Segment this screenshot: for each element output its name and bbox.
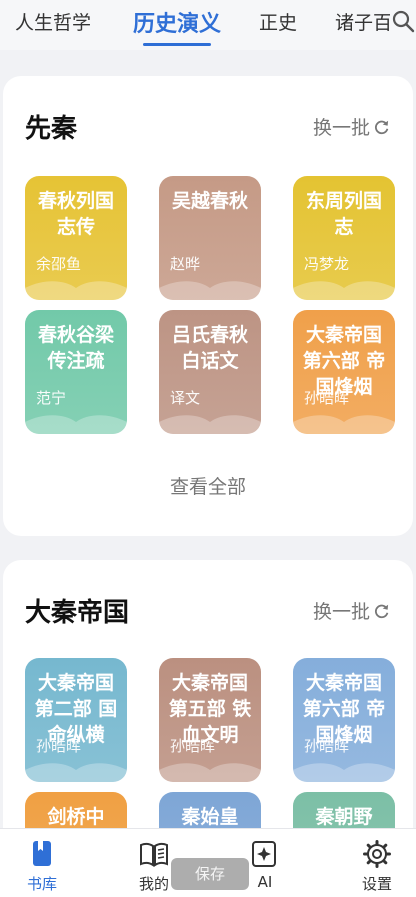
- book-cover-decoration: [25, 281, 127, 300]
- save-button[interactable]: 保存: [171, 858, 249, 890]
- book-tile[interactable]: 东周列国志 冯梦龙: [293, 176, 395, 300]
- refresh-label: 换一批: [312, 117, 370, 139]
- book-tile[interactable]: 春秋列国志传 余邵鱼: [25, 176, 127, 300]
- book-cover-decoration: [25, 763, 127, 782]
- refresh-icon: [374, 604, 389, 618]
- book-tile[interactable]: 大秦帝国第五部 铁血文明 孙皓晖: [159, 658, 261, 782]
- nav-label: 设置: [361, 875, 392, 893]
- book-cover-decoration: [293, 415, 395, 434]
- book-cover-decoration: [293, 281, 395, 300]
- active-tab-underline: [143, 43, 212, 46]
- book-tile[interactable]: 吕氏春秋白话文 译文: [159, 310, 261, 434]
- refresh-label: 换一批: [312, 601, 370, 623]
- book-tile[interactable]: 春秋谷梁传注疏 范宁: [25, 310, 127, 434]
- refresh-icon: [374, 120, 389, 134]
- book-title: 吴越春秋: [171, 190, 248, 212]
- nav-label: 书库: [26, 875, 57, 893]
- book-cover-decoration: [159, 763, 261, 782]
- book-title: 大秦帝国第六部 帝国烽烟: [302, 672, 386, 746]
- book-title: 秦始皇: [181, 806, 239, 828]
- book-title: 春秋列国志传: [37, 190, 114, 238]
- book-title: 大秦帝国第五部 铁血文明: [168, 672, 252, 746]
- book-cover-decoration: [293, 763, 395, 782]
- tab-historical-novels[interactable]: 历史演义: [133, 6, 222, 46]
- book-title: 剑桥中: [47, 806, 105, 828]
- refresh-button[interactable]: 换一批: [313, 113, 391, 140]
- book-tile[interactable]: 大秦帝国第六部 帝国烽烟 孙皓晖: [293, 658, 395, 782]
- section-card-xianqin: 先秦 换一批 春秋列国志传 余邵鱼 吴越春秋 赵晔 东周列国志 冯梦龙 春秋谷梁…: [3, 76, 413, 536]
- book-tile[interactable]: 大秦帝国第六部 帝国烽烟 孙皓晖: [293, 310, 395, 434]
- section-card-daqin: 大秦帝国 换一批 大秦帝国第二部 国命纵横 孙皓晖 大秦帝国第五部 铁血文明 孙…: [3, 560, 413, 897]
- search-icon[interactable]: [390, 8, 416, 38]
- tab-label: 历史演义: [133, 12, 222, 37]
- category-tab-bar: 人生哲学 历史演义 正史 诸子百: [0, 0, 416, 50]
- tab-official-history[interactable]: 正史: [259, 8, 297, 35]
- book-title: 春秋谷梁传注疏: [37, 324, 114, 372]
- book-cover-decoration: [25, 415, 127, 434]
- section-title: 大秦帝国: [25, 598, 130, 628]
- ai-sparkle-icon: [252, 841, 276, 867]
- book-cover-decoration: [159, 281, 261, 300]
- view-all-link[interactable]: 查看全部: [3, 472, 413, 499]
- section-title: 先秦: [25, 114, 78, 144]
- book-title: 秦朝野: [315, 806, 373, 828]
- book-title: 吕氏春秋白话文: [171, 324, 248, 372]
- bookmark-book-icon: [33, 841, 51, 866]
- open-book-icon: [140, 842, 168, 867]
- book-title: 大秦帝国第二部 国命纵横: [34, 672, 118, 746]
- tab-philosophy[interactable]: 人生哲学: [15, 8, 91, 35]
- book-title: 东周列国志: [305, 190, 382, 238]
- book-tile[interactable]: 吴越春秋 赵晔: [159, 176, 261, 300]
- book-title: 大秦帝国第六部 帝国烽烟: [302, 324, 386, 398]
- book-cover-decoration: [159, 415, 261, 434]
- book-tile[interactable]: 大秦帝国第二部 国命纵横 孙皓晖: [25, 658, 127, 782]
- gear-icon: [363, 840, 391, 868]
- refresh-button[interactable]: 换一批: [313, 597, 391, 624]
- tab-philosophers[interactable]: 诸子百: [335, 8, 392, 35]
- nav-library[interactable]: 书库: [12, 839, 72, 894]
- nav-settings[interactable]: 设置: [347, 839, 407, 894]
